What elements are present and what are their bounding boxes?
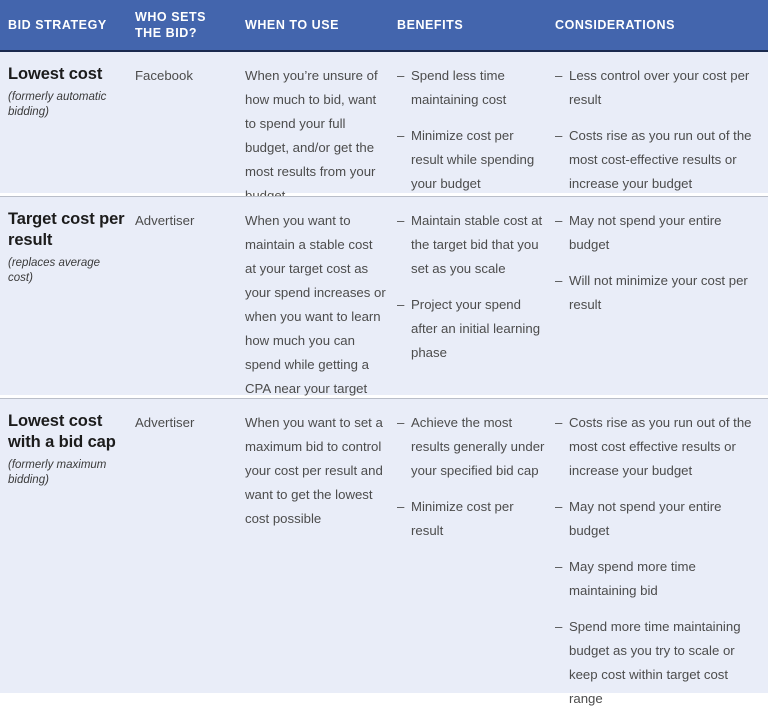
table-row: Lowest cost with a bid cap (formerly max…	[0, 398, 768, 706]
cell-who-sets-bid: Advertiser	[135, 415, 195, 430]
cell-bid-strategy: Lowest cost (formerly automatic bidding)	[0, 52, 135, 193]
list-item-text: Achieve the most results generally under…	[411, 415, 545, 478]
bullet-dash-icon: –	[555, 213, 563, 228]
table-row: Lowest cost (formerly automatic bidding)…	[0, 52, 768, 203]
list-item: – May spend more time maintaining bid	[555, 555, 758, 603]
list-item: – Will not minimize your cost per result	[555, 269, 758, 317]
strategy-name: Lowest cost	[8, 65, 103, 83]
list-item-text: Project your spend after an initial lear…	[411, 297, 541, 360]
list-item: – Costs rise as you run out of the most c…	[555, 124, 758, 196]
cell-considerations: – Costs rise as you run out of the most c…	[555, 399, 768, 706]
cell-considerations: – May not spend your entire budget – Will …	[555, 197, 768, 395]
benefits-list: – Maintain stable cost at the target bid …	[397, 209, 545, 365]
bid-strategy-comparison-table: BID STRATEGY WHO SETS THE BID? WHEN TO U…	[0, 0, 768, 706]
strategy-name: Target cost per result	[8, 210, 125, 249]
list-item-text: Costs rise as you run out of the most co…	[569, 415, 752, 478]
strategy-note: (formerly automatic bidding)	[8, 91, 107, 118]
considerations-list: – Costs rise as you run out of the most c…	[555, 411, 758, 711]
column-header-who-sets-the-bid: WHO SETS THE BID?	[135, 9, 245, 41]
table-row: Target cost per result (replaces average…	[0, 196, 768, 420]
bullet-dash-icon: –	[397, 68, 405, 83]
list-item: – May not spend your entire budget	[555, 209, 758, 257]
column-header-bid-strategy: BID STRATEGY	[0, 17, 135, 33]
considerations-list: – Less control over your cost per result …	[555, 64, 758, 196]
list-item-text: Minimize cost per result while spending …	[411, 128, 535, 191]
bullet-dash-icon: –	[555, 273, 563, 288]
bullet-dash-icon: –	[555, 128, 563, 143]
list-item-text: Will not minimize your cost per result	[569, 273, 748, 312]
cell-bid-strategy: Lowest cost with a bid cap (formerly max…	[0, 399, 135, 693]
list-item-text: May not spend your entire budget	[569, 213, 722, 252]
cell-when-to-use: When you want to maintain a stable cost …	[245, 213, 386, 420]
column-header-benefits-label: BENEFITS	[397, 18, 464, 32]
column-header-considerations: CONSIDERATIONS	[555, 17, 768, 33]
column-header-considerations-label: CONSIDERATIONS	[555, 18, 675, 32]
cell-benefits: – Spend less time maintaining cost – Minim…	[397, 52, 555, 193]
list-item: – Costs rise as you run out of the most c…	[555, 411, 758, 483]
column-header-when-to-use: WHEN TO USE	[245, 17, 397, 33]
cell-bid-strategy: Target cost per result (replaces average…	[0, 197, 135, 395]
column-header-who-sets-the-bid-line2: THE BID?	[135, 26, 198, 40]
list-item-text: Less control over your cost per result	[569, 68, 750, 107]
table-header-row: BID STRATEGY WHO SETS THE BID? WHEN TO U…	[0, 0, 768, 52]
considerations-list: – May not spend your entire budget – Will …	[555, 209, 758, 317]
list-item-text: May not spend your entire budget	[569, 499, 722, 538]
cell-when-to-use: When you want to set a maximum bid to co…	[245, 415, 383, 526]
list-item: – Less control over your cost per result	[555, 64, 758, 112]
bullet-dash-icon: –	[397, 297, 405, 312]
list-item: – Minimize cost per result	[397, 495, 545, 543]
strategy-note: (replaces average cost)	[8, 257, 101, 284]
column-header-who-sets-the-bid-line1: WHO SETS	[135, 10, 207, 24]
cell-benefits: – Maintain stable cost at the target bid …	[397, 197, 555, 395]
list-item: – Spend less time maintaining cost	[397, 64, 545, 112]
bullet-dash-icon: –	[555, 68, 563, 83]
list-item-text: Maintain stable cost at the target bid t…	[411, 213, 543, 276]
bullet-dash-icon: –	[555, 415, 563, 430]
bullet-dash-icon: –	[397, 213, 405, 228]
cell-who-sets-bid: Advertiser	[135, 213, 195, 228]
list-item: – Maintain stable cost at the target bid …	[397, 209, 545, 281]
bullet-dash-icon: –	[555, 619, 563, 634]
list-item-text: Spend less time maintaining cost	[411, 68, 507, 107]
list-item: – Achieve the most results generally unde…	[397, 411, 545, 483]
strategy-name: Lowest cost with a bid cap	[8, 412, 116, 451]
bullet-dash-icon: –	[555, 499, 563, 514]
list-item-text: Minimize cost per result	[411, 499, 514, 538]
cell-benefits: – Achieve the most results generally unde…	[397, 399, 555, 693]
list-item-text: Costs rise as you run out of the most co…	[569, 128, 752, 191]
cell-who-sets-bid: Facebook	[135, 68, 193, 83]
list-item: – Minimize cost per result while spending…	[397, 124, 545, 196]
strategy-note: (formerly maximum bidding)	[8, 459, 107, 486]
bullet-dash-icon: –	[397, 499, 405, 514]
column-header-when-to-use-label: WHEN TO USE	[245, 18, 340, 32]
cell-when-to-use: When you’re unsure of how much to bid, w…	[245, 68, 378, 203]
list-item-text: May spend more time maintaining bid	[569, 559, 696, 598]
list-item: – Project your spend after an initial lea…	[397, 293, 545, 365]
column-header-bid-strategy-label: BID STRATEGY	[8, 18, 107, 32]
bullet-dash-icon: –	[397, 415, 405, 430]
list-item-text: Spend more time maintaining budget as yo…	[569, 619, 741, 706]
benefits-list: – Achieve the most results generally unde…	[397, 411, 545, 543]
list-item: – May not spend your entire budget	[555, 495, 758, 543]
bullet-dash-icon: –	[555, 559, 563, 574]
bullet-dash-icon: –	[397, 128, 405, 143]
column-header-benefits: BENEFITS	[397, 17, 555, 33]
cell-considerations: – Less control over your cost per result …	[555, 52, 768, 193]
benefits-list: – Spend less time maintaining cost – Minim…	[397, 64, 545, 196]
